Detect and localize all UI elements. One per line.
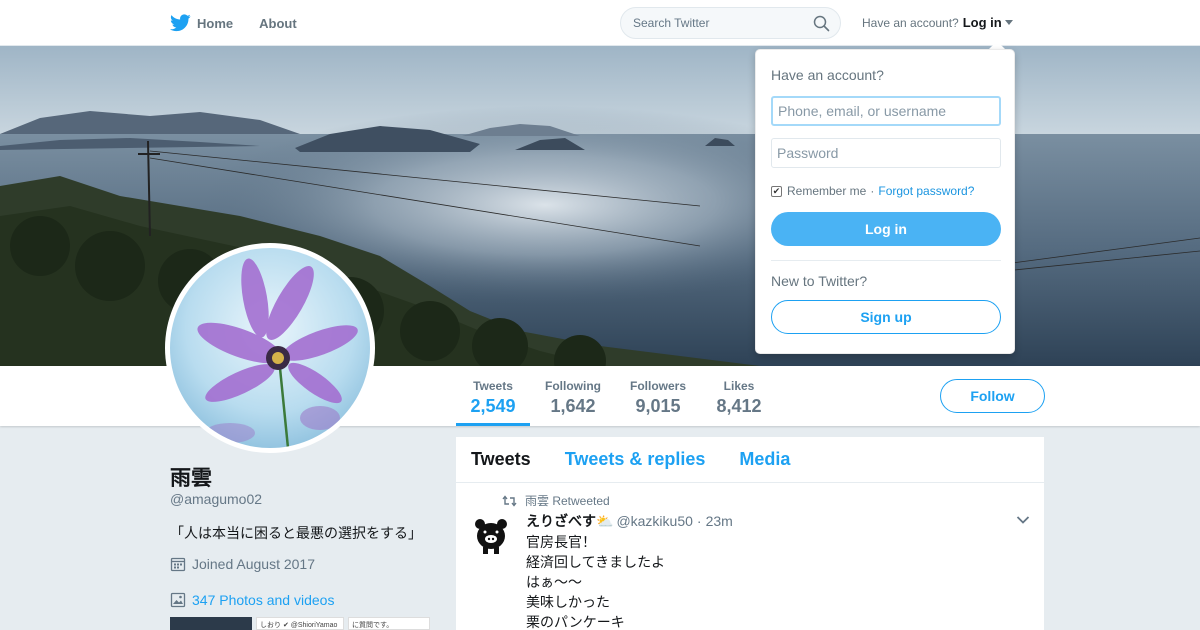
tweet-author-avatar[interactable] (472, 517, 510, 555)
stat-followers-label: Followers (629, 379, 686, 393)
avatar[interactable] (165, 243, 375, 453)
tweet-timestamp[interactable]: 23m (706, 513, 733, 529)
have-account-text: Have an account? (862, 15, 959, 30)
retweet-context: 雨雲 Retweeted (502, 492, 610, 509)
tweet-text-line: 経済回してきましたよ (526, 554, 666, 570)
nav-home-label: Home (197, 15, 234, 31)
tweet-text-line: 官房長官！ (526, 534, 596, 550)
separator-dot: · (870, 184, 875, 198)
stat-tweets-label: Tweets (473, 379, 513, 393)
tweet-separator: · (696, 513, 702, 529)
tweet-author-handle[interactable]: @kazkiku50 (616, 513, 692, 529)
top-navigation-bar: Home About Have an account? Log in (0, 0, 1200, 46)
stat-tweets-value: 2,549 (470, 396, 516, 416)
remember-row: ✔ Remember me · Forgot password? (771, 184, 974, 198)
media-thumbnail[interactable] (170, 617, 252, 630)
forgot-password-link[interactable]: Forgot password? (878, 184, 974, 198)
photos-and-videos-label: 347 Photos and videos (192, 592, 335, 608)
tab-media[interactable]: Media (739, 449, 790, 470)
username-field[interactable] (771, 96, 1001, 126)
tweet-text-line: 美味しかった (526, 594, 610, 610)
stat-following[interactable]: Following 1,642 (540, 366, 606, 426)
timeline-tabs: Tweets Tweets & replies Media (456, 437, 1044, 483)
tab-tweets[interactable]: Tweets (471, 449, 531, 470)
profile-name[interactable]: 雨雲 (170, 462, 212, 492)
signup-button[interactable]: Sign up (771, 300, 1001, 334)
remember-me-checkbox[interactable]: ✔ (771, 185, 782, 197)
stat-followers-value: 9,015 (635, 396, 681, 416)
remember-me-label[interactable]: Remember me (787, 184, 866, 198)
stat-tweets[interactable]: Tweets 2,549 (456, 366, 530, 426)
nav-left: Home About (170, 0, 323, 46)
login-dropdown-toggle[interactable]: Log in (963, 15, 1002, 30)
tweet-text-line: 栗のパンケーキ (526, 614, 625, 630)
calendar-icon (170, 557, 186, 572)
twitter-bird-icon (170, 14, 191, 32)
retweet-icon (502, 494, 517, 507)
profile-handle[interactable]: @amagumo02 (170, 491, 262, 507)
login-button[interactable]: Log in (771, 212, 1001, 246)
follow-button[interactable]: Follow (940, 379, 1045, 413)
profile-joined: Joined August 2017 (170, 556, 315, 572)
tweet-text: 官房長官！ 経済回してきましたよ はぁ〜〜 美味しかった 栗のパンケーキ (526, 532, 665, 630)
divider (771, 260, 1001, 261)
new-to-twitter-text: New to Twitter? (771, 273, 868, 289)
image-icon (170, 592, 186, 608)
password-field[interactable] (771, 138, 1001, 168)
stat-likes-value: 8,412 (716, 396, 762, 416)
tweet-author-name[interactable]: えりざべす⛅ (526, 511, 613, 531)
stat-likes-label: Likes (723, 379, 755, 393)
dropdown-title: Have an account? (771, 67, 884, 83)
stat-following-value: 1,642 (550, 396, 596, 416)
nav-about-label: About (259, 15, 297, 31)
tweet-text-line: はぁ〜〜 (526, 574, 582, 590)
photos-and-videos-link[interactable]: 347 Photos and videos (170, 592, 334, 608)
chevron-down-icon[interactable] (1016, 515, 1030, 525)
search-input[interactable] (633, 16, 803, 30)
login-dropdown: Have an account? ✔ Remember me · Forgot … (755, 49, 1015, 354)
profile-bio: 「人は本当に困ると最悪の選択をする」 (170, 525, 422, 541)
nav-home-link[interactable]: Home (170, 14, 233, 32)
account-menu: Have an account? Log in (862, 15, 1013, 30)
tweet-header: えりざべす⛅ @kazkiku50 · 23m (526, 511, 733, 531)
profile-joined-text: Joined August 2017 (192, 556, 315, 572)
nav-about-link[interactable]: About (259, 16, 297, 31)
caret-down-icon[interactable] (1004, 20, 1013, 25)
retweet-context-text[interactable]: 雨雲 Retweeted (525, 492, 610, 509)
timeline: Tweets Tweets & replies Media 雨雲 Retweet… (456, 437, 1044, 630)
search-icon[interactable] (813, 15, 830, 32)
media-thumbnail[interactable]: しおり ✔ @ShioriYamao (256, 617, 344, 630)
stat-following-label: Following (545, 379, 601, 393)
tab-tweets-and-replies[interactable]: Tweets & replies (565, 449, 706, 470)
stat-likes[interactable]: Likes 8,412 (710, 366, 768, 426)
pig-avatar-icon (472, 517, 510, 555)
search-box[interactable] (620, 7, 841, 39)
stat-followers[interactable]: Followers 9,015 (624, 366, 692, 426)
media-thumbnail[interactable]: に質問です。 (348, 617, 430, 630)
avatar-flower-image (170, 248, 370, 448)
